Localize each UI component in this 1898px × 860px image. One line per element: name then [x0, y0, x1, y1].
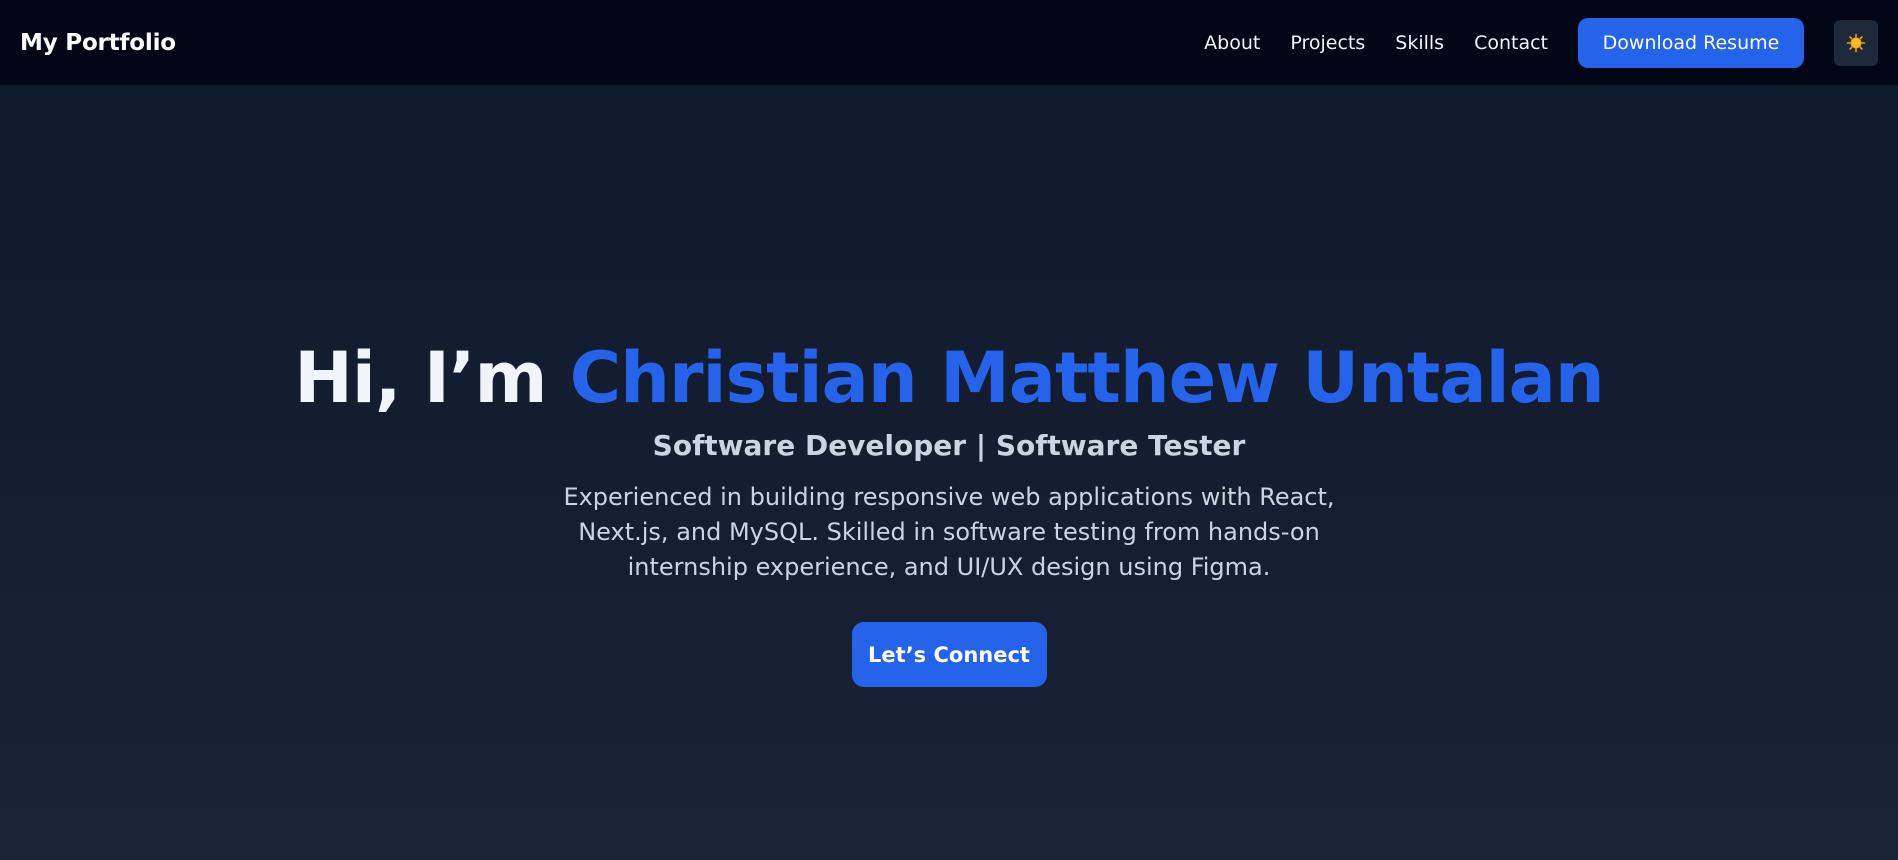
hero-name: Christian Matthew Untalan [569, 337, 1605, 419]
nav-link-projects[interactable]: Projects [1290, 32, 1365, 54]
nav-link-about[interactable]: About [1204, 32, 1260, 54]
hero-greeting: Hi, I’m [294, 337, 570, 419]
brand-logo[interactable]: My Portfolio [20, 30, 176, 56]
hero-subtitle: Software Developer | Software Tester [652, 429, 1246, 462]
navbar: My Portfolio About Projects Skills Conta… [0, 0, 1898, 85]
nav-link-contact[interactable]: Contact [1474, 32, 1548, 54]
theme-toggle-button[interactable] [1834, 19, 1878, 66]
hero-description: Experienced in building responsive web a… [563, 483, 1335, 581]
hero-section: Hi, I’m Christian Matthew Untalan Softwa… [0, 85, 1898, 860]
lets-connect-button[interactable]: Let’s Connect [851, 622, 1047, 687]
download-resume-button[interactable]: Download Resume [1578, 17, 1804, 68]
sun-icon [1846, 33, 1866, 52]
nav-menu: About Projects Skills Contact Download R… [1204, 17, 1878, 68]
nav-link-skills[interactable]: Skills [1395, 32, 1444, 54]
hero-title: Hi, I’m Christian Matthew Untalan [294, 337, 1605, 419]
